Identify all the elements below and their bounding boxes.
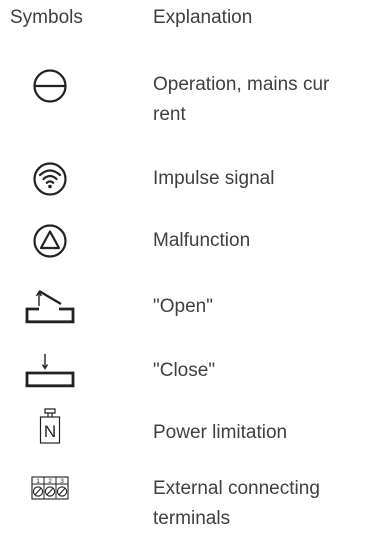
symbol-row-terminals: 1 2 3 External connecting terminals xyxy=(0,474,366,538)
symbol-row-power-limit: N Power limitation xyxy=(0,408,366,452)
symbol-row-impulse: Impulse signal xyxy=(0,160,366,200)
close-arrow-icon xyxy=(0,348,100,388)
symbol-explanation: Power limitation xyxy=(153,422,288,443)
symbol-row-open: "Open" xyxy=(0,284,366,328)
svg-text:2: 2 xyxy=(48,478,52,485)
circle-minus-icon xyxy=(0,68,100,104)
symbol-row-operation: Operation, mains cur rent xyxy=(0,64,366,134)
symbol-explanation: External connecting terminals xyxy=(153,478,320,529)
symbol-explanation: "Close" xyxy=(153,360,216,381)
open-arrow-icon xyxy=(0,284,100,324)
symbol-row-close: "Close" xyxy=(0,348,366,392)
wifi-signal-icon xyxy=(0,161,100,197)
terminal-block-icon: 1 2 3 xyxy=(0,476,100,500)
svg-text:N: N xyxy=(44,422,56,441)
symbol-explanation: "Open" xyxy=(153,296,213,317)
symbol-explanation: Operation, mains cur rent xyxy=(153,74,330,125)
symbol-explanation: Malfunction xyxy=(153,230,251,251)
power-limit-n-icon: N xyxy=(0,408,100,446)
svg-text:1: 1 xyxy=(36,478,40,485)
symbol-row-malfunction: Malfunction xyxy=(0,222,366,262)
explanation-header: Explanation xyxy=(153,7,253,28)
warning-triangle-icon xyxy=(0,223,100,259)
symbol-explanation: Impulse signal xyxy=(153,168,275,189)
svg-text:3: 3 xyxy=(60,478,64,485)
symbols-header: Symbols xyxy=(10,7,83,28)
